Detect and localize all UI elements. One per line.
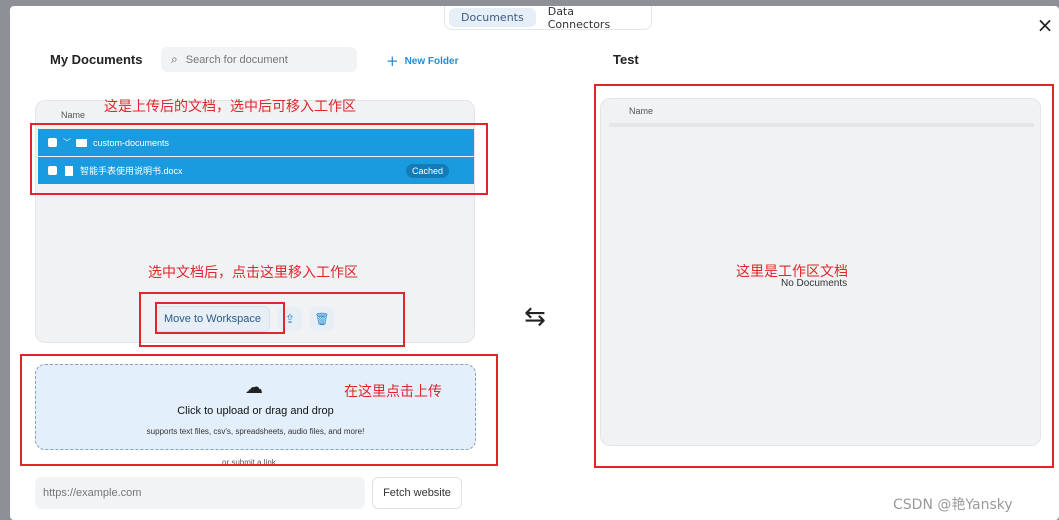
annotation-label: 在这里点击上传 [344,384,442,400]
fetch-website-button[interactable]: Fetch website [372,477,462,509]
tab-data-connectors[interactable]: Data Connectors [536,2,647,34]
tab-documents[interactable]: Documents [449,8,536,27]
url-input[interactable] [35,477,365,509]
new-folder-label: New Folder [404,55,459,67]
annotation-box [20,354,498,466]
search-input[interactable] [185,53,336,66]
search-box[interactable]: ⌕ [161,47,357,72]
tab-bar: Documents Data Connectors [444,5,652,31]
my-documents-title: My Documents [50,52,143,67]
annotation-label: 这里是工作区文档 [736,264,848,280]
name-column-header: Name [61,110,86,120]
annotation-box [139,292,405,347]
plus-icon: + [386,52,399,70]
swap-arrows-icon: ⇆ [524,302,546,332]
workspace-title: Test [613,52,639,67]
watermark: CSDN @艳Yansky [893,497,1013,513]
new-folder-button[interactable]: + New Folder [386,52,458,70]
annotation-label: 这是上传后的文档，选中后可移入工作区 [104,99,356,115]
search-icon: ⌕ [171,52,178,66]
annotation-box [30,123,488,195]
close-icon[interactable]: × [1036,15,1054,35]
annotation-label: 选中文档后，点击这里移入工作区 [148,265,358,281]
